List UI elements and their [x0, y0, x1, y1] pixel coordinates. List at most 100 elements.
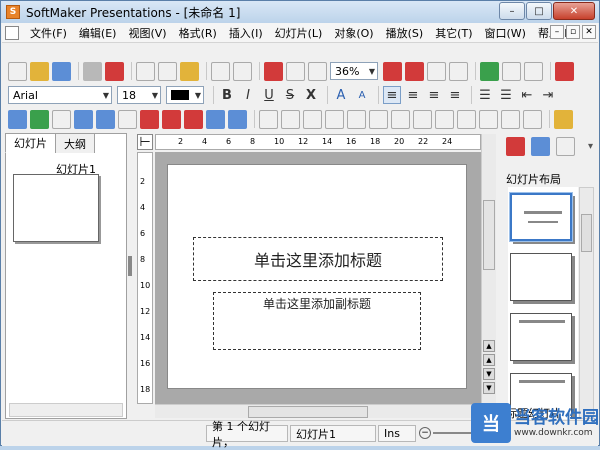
doc-minimize-button[interactable]: –	[550, 25, 564, 39]
tab-stop-icon[interactable]: ⊢	[137, 134, 153, 150]
new-document-icon[interactable]	[8, 61, 27, 81]
underline-button[interactable]: U	[260, 86, 278, 104]
zoom-slider[interactable]: −	[419, 427, 473, 439]
bullets-button[interactable]: ☰	[476, 86, 494, 104]
bold-button[interactable]: B	[218, 86, 236, 104]
shrink-font-button[interactable]: A	[353, 86, 371, 104]
menu-play[interactable]: 播放(S)	[380, 25, 430, 41]
zoom-track[interactable]	[433, 432, 473, 434]
grow-font-button[interactable]: A	[332, 86, 350, 104]
layout-list-scrollbar[interactable]	[579, 187, 594, 419]
undo-icon[interactable]	[211, 61, 230, 81]
horizontal-ruler[interactable]: 2 4 6 8 10 12 14 16 18 20 22 24	[155, 134, 481, 150]
format-text-icon[interactable]	[405, 61, 424, 81]
connector-tool-icon[interactable]	[347, 109, 366, 129]
slides-panel-scrollbar[interactable]	[9, 403, 123, 417]
vertical-ruler[interactable]: 2 4 6 8 10 12 14 16 18	[137, 152, 153, 404]
tab-outline[interactable]: 大纲	[55, 133, 95, 153]
align-center-button[interactable]: ≡	[404, 86, 422, 104]
arrow-tool-icon[interactable]	[325, 109, 344, 129]
insert-frame-icon[interactable]	[52, 109, 71, 129]
insert-mode-status[interactable]: Ins	[378, 425, 416, 442]
textbox-tool-icon[interactable]	[501, 109, 520, 129]
star-shape-icon[interactable]	[554, 109, 573, 129]
horizontal-scrollbar[interactable]	[155, 404, 481, 418]
layout-title-slide[interactable]	[509, 192, 573, 242]
first-slide-icon[interactable]: ▲	[483, 340, 495, 352]
pdf-export-icon[interactable]	[105, 61, 124, 81]
rectangle-tool-icon[interactable]	[413, 109, 432, 129]
design-icon[interactable]	[531, 137, 550, 156]
title-bar[interactable]: S SoftMaker Presentations - [未命名 1] – □ …	[1, 1, 599, 23]
menu-object[interactable]: 对象(O)	[328, 25, 379, 41]
select-slide-icon[interactable]	[8, 109, 27, 129]
tab-slides[interactable]: 幻灯片	[5, 133, 56, 153]
close-button[interactable]: ✕	[553, 2, 595, 20]
chevron-down-icon[interactable]: ▾	[581, 137, 600, 156]
horizontal-scroll-thumb[interactable]	[248, 406, 368, 418]
slide-thumbnail[interactable]	[13, 174, 99, 242]
insert-media-icon[interactable]	[206, 109, 225, 129]
cut-icon[interactable]	[136, 61, 155, 81]
insert-table-icon[interactable]	[74, 109, 93, 129]
paragraph-mark-icon[interactable]	[480, 61, 499, 81]
vertical-scrollbar[interactable]: ▲ ▲ ▼ ▼	[481, 134, 496, 404]
font-color-select[interactable]: ▼	[166, 86, 204, 104]
insert-movie-icon[interactable]	[228, 109, 247, 129]
last-slide-icon[interactable]: ▼	[483, 382, 495, 394]
open-folder-icon[interactable]	[30, 61, 49, 81]
ellipse-tool-icon[interactable]	[457, 109, 476, 129]
indent-button[interactable]: ⇥	[539, 86, 557, 104]
menu-view[interactable]: 视图(V)	[122, 25, 172, 41]
text-frame-icon[interactable]	[383, 61, 402, 81]
insert-title-icon[interactable]	[184, 109, 203, 129]
insert-chart-icon[interactable]	[118, 109, 137, 129]
strikethrough-button[interactable]: S	[281, 86, 299, 104]
font-size-select[interactable]: 18 ▼	[117, 86, 161, 104]
curve-tool-icon[interactable]	[281, 109, 300, 129]
save-icon[interactable]	[52, 61, 71, 81]
justify-button[interactable]: ≡	[446, 86, 464, 104]
next-slide-icon[interactable]: ▼	[483, 368, 495, 380]
calendar-icon[interactable]	[264, 61, 283, 81]
spellcheck-icon[interactable]	[502, 61, 521, 81]
slide-layout-icon[interactable]	[506, 137, 525, 156]
align-left-button[interactable]: ≡	[383, 86, 401, 104]
italic-button[interactable]: I	[239, 86, 257, 104]
color-scheme-icon[interactable]	[556, 137, 575, 156]
menu-other[interactable]: 其它(T)	[429, 25, 478, 41]
doc-restore-button[interactable]: ▫	[566, 25, 580, 39]
maximize-button[interactable]: □	[526, 2, 552, 20]
clear-format-button[interactable]: X	[302, 86, 320, 104]
polygon-tool-icon[interactable]	[479, 109, 498, 129]
app-logo-icon[interactable]: S	[6, 5, 20, 19]
prev-slide-icon[interactable]: ▲	[483, 354, 495, 366]
doc-close-button[interactable]: ✕	[582, 25, 596, 39]
title-placeholder[interactable]: 单击这里添加标题	[193, 237, 443, 281]
subtitle-placeholder[interactable]: 单击这里添加副标题	[213, 292, 421, 350]
insert-picture-icon[interactable]	[30, 109, 49, 129]
minimize-button[interactable]: –	[499, 2, 525, 20]
rounded-rectangle-icon[interactable]	[435, 109, 454, 129]
panel-splitter[interactable]	[128, 256, 132, 276]
brush-icon[interactable]	[449, 61, 468, 81]
menu-slide[interactable]: 幻灯片(L)	[269, 25, 329, 41]
numbering-button[interactable]: ☰	[497, 86, 515, 104]
line-tool-icon[interactable]	[259, 109, 278, 129]
font-name-select[interactable]: Arial ▼	[8, 86, 112, 104]
freehand-tool-icon[interactable]	[303, 109, 322, 129]
chart-icon[interactable]	[524, 61, 543, 81]
redo-icon[interactable]	[233, 61, 252, 81]
shapes-tool-icon[interactable]	[523, 109, 542, 129]
layout-blank[interactable]	[510, 253, 572, 301]
textmaker-icon[interactable]	[555, 61, 574, 81]
outdent-button[interactable]: ⇤	[518, 86, 536, 104]
curved-connector-icon[interactable]	[391, 109, 410, 129]
menu-insert[interactable]: 插入(I)	[223, 25, 269, 41]
magnifier-icon[interactable]	[308, 61, 327, 81]
insert-textframe-icon[interactable]	[140, 109, 159, 129]
vertical-scroll-thumb[interactable]	[483, 200, 495, 270]
menu-edit[interactable]: 编辑(E)	[73, 25, 123, 41]
menu-format[interactable]: 格式(R)	[173, 25, 223, 41]
document-icon[interactable]	[5, 25, 19, 40]
